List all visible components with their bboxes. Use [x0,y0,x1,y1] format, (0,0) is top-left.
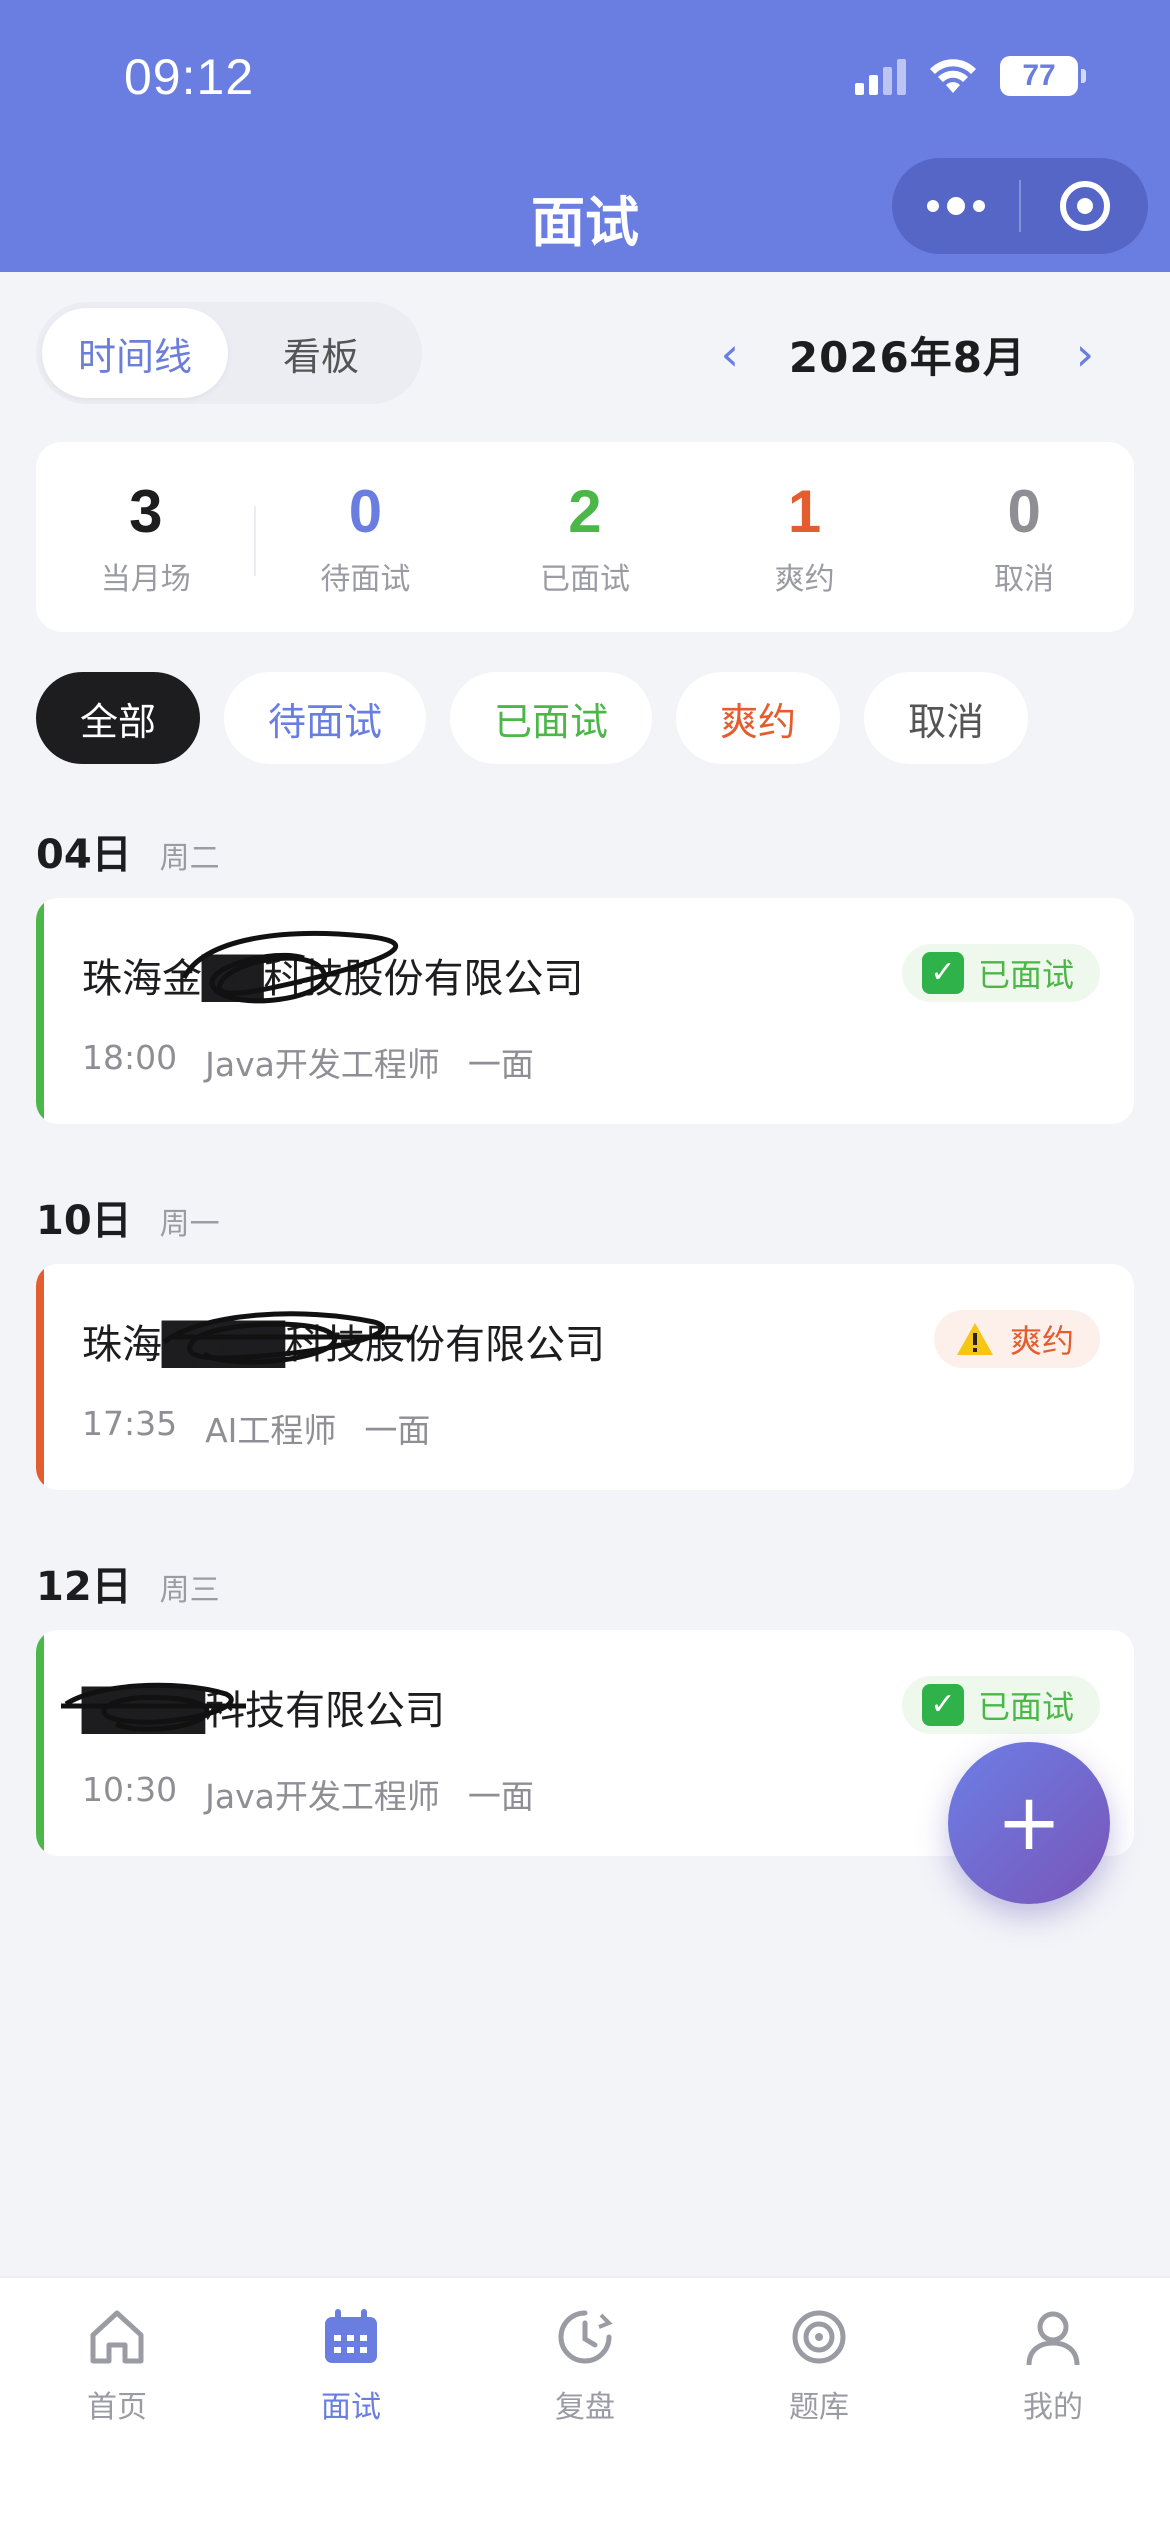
filter-missed[interactable]: 爽约 [676,672,841,764]
plus-icon: + [996,1778,1062,1868]
prev-month-chevron-icon[interactable]: ‹ [705,318,755,390]
tab-label: 首页 [87,2390,147,2425]
tab-label: 题库 [789,2390,849,2425]
calendar-icon [316,2302,386,2372]
status-badge: ✓ 已面试 [901,1676,1100,1734]
filter-pending[interactable]: 待面试 [224,672,427,764]
view-toggle: 时间线 看板 [36,302,422,404]
warning-icon [954,1318,996,1360]
date-weekday: 周一 [159,1207,220,1242]
company-name: 珠海金██科技股份有限公司 [82,956,584,1002]
signal-icon [855,57,906,95]
interview-time: 10:30 [82,1770,178,1809]
filter-chips: 全部 待面试 已面试 爽约 取消 [36,672,1029,764]
close-miniprogram-button[interactable] [1021,158,1148,254]
more-button[interactable] [892,158,1019,254]
target-icon [784,2302,854,2372]
stat-label: 取消 [994,562,1055,597]
stat-label: 待面试 [320,562,411,597]
date-header: 10日 周一 [36,1188,220,1246]
date-header: 04日 周二 [36,822,220,880]
date-weekday: 周二 [159,841,220,876]
stat-value: 1 [787,478,822,545]
review-clock-icon [550,2302,620,2372]
card-meta: 17:35 AI工程师 一面 [82,1404,430,1452]
company-name: 珠海████科技股份有限公司 [82,1322,606,1368]
tab-bar: 首页 面试 复盘 题库 我的 [0,2276,1170,2532]
date-day: 04日 [36,832,132,878]
interview-round: 一面 [467,1045,534,1084]
card-accent-bar [36,898,44,1124]
stat-value: 0 [348,478,383,545]
user-icon [1018,2302,1088,2372]
stat-label: 当月场 [100,562,191,597]
interview-card[interactable]: 珠海████科技股份有限公司 17:35 AI工程师 一面 爽约 [36,1264,1134,1490]
interview-round: 一面 [364,1411,431,1450]
card-accent-bar [36,1264,44,1490]
card-meta: 10:30 Java开发工程师 一面 [82,1770,534,1818]
status-label: 已面试 [977,1688,1074,1726]
status-label: 爽约 [1009,1322,1074,1360]
filter-done[interactable]: 已面试 [450,672,653,764]
add-interview-button[interactable]: + [948,1742,1110,1904]
filter-all[interactable]: 全部 [36,672,201,764]
stat-value: 3 [129,478,163,545]
interview-time: 17:35 [82,1404,178,1443]
next-month-chevron-icon[interactable]: › [1060,318,1110,390]
status-label: 已面试 [977,956,1074,994]
miniprogram-capsule [892,158,1148,254]
stat-label: 已面试 [539,562,630,597]
month-label: 2026年8月 [788,332,1026,382]
card-accent-bar [36,1630,44,1856]
interview-position: Java开发工程师 [205,1777,440,1816]
header: 09:12 77 面试 [0,0,1170,272]
date-day: 12日 [36,1564,132,1610]
interview-position: AI工程师 [205,1411,337,1450]
status-badge: ✓ 已面试 [901,944,1100,1002]
status-icons: 77 [855,56,1086,96]
stat-done: 2 已面试 [475,476,695,598]
stat-label: 爽约 [774,562,835,597]
company-name: ████科技有限公司 [82,1688,446,1734]
card-meta: 18:00 Java开发工程师 一面 [82,1038,534,1086]
interview-card[interactable]: 珠海金██科技股份有限公司 18:00 Java开发工程师 一面 ✓ 已面试 [36,898,1134,1124]
more-dots-icon [926,197,985,215]
interview-time: 18:00 [82,1038,178,1077]
tab-label: 复盘 [555,2390,615,2425]
toggle-kanban[interactable]: 看板 [228,308,414,398]
status-time: 09:12 [124,49,255,105]
date-day: 10日 [36,1198,132,1244]
date-header: 12日 周三 [36,1554,220,1612]
tab-home[interactable]: 首页 [0,2278,234,2532]
stats-panel: 3 当月场 0 待面试 2 已面试 1 爽约 0 取消 [36,442,1134,632]
tab-review[interactable]: 复盘 [468,2278,702,2532]
status-badge: 爽约 [933,1310,1100,1368]
check-icon: ✓ [921,1684,964,1726]
filter-cancelled[interactable]: 取消 [864,672,1029,764]
stat-cancelled: 0 取消 [914,476,1134,598]
close-target-icon [1059,181,1110,231]
tab-profile[interactable]: 我的 [936,2278,1170,2532]
stat-value: 0 [1007,478,1041,545]
stat-pending: 0 待面试 [256,476,476,598]
tab-label: 我的 [1023,2390,1083,2425]
stat-total: 3 当月场 [36,476,256,598]
date-weekday: 周三 [159,1573,220,1608]
stat-missed: 1 爽约 [695,476,915,598]
interview-round: 一面 [467,1777,534,1816]
interview-screen: 09:12 77 面试 时间线 看板 ‹ 2026年8月 › 3 当月场 0 待… [0,0,1170,2532]
check-icon: ✓ [921,952,964,994]
home-icon [82,2302,152,2372]
toggle-timeline[interactable]: 时间线 [42,308,228,398]
interview-position: Java开发工程师 [205,1045,440,1084]
tab-label: 面试 [321,2390,381,2425]
tab-interview[interactable]: 面试 [234,2278,468,2532]
tab-question-bank[interactable]: 题库 [702,2278,936,2532]
stat-value: 2 [568,478,602,545]
battery-icon: 77 [1000,56,1086,96]
month-nav: ‹ 2026年8月 › [705,318,1110,390]
wifi-icon [928,57,978,95]
